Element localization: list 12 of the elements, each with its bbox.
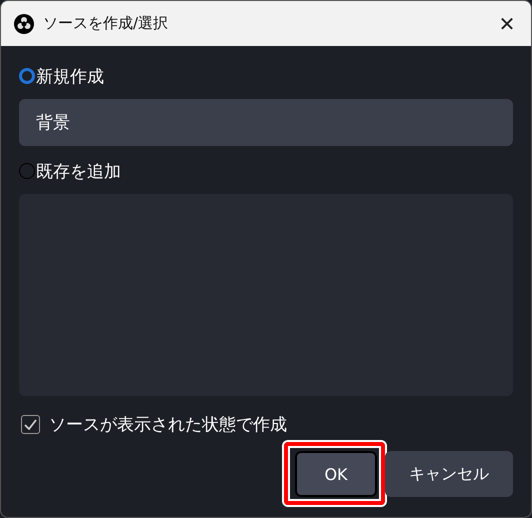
radio-circle-icon[interactable] xyxy=(19,163,35,179)
dialog-button[interactable]: キャンセル xyxy=(385,451,513,497)
radio-label[interactable]: 新規作成 xyxy=(36,64,104,88)
checkbox[interactable] xyxy=(21,414,40,434)
close-icon[interactable]: ✕ xyxy=(483,1,531,46)
app-logo-icon xyxy=(14,14,34,34)
radio-label[interactable]: 既存を追加 xyxy=(36,160,121,182)
dialog-button[interactable]: OK xyxy=(295,451,377,497)
name-field[interactable]: 背景 xyxy=(19,99,513,146)
checkbox-label[interactable]: ソースが表示された状態で作成 xyxy=(49,412,287,436)
window-title: ソースを作成/選択 xyxy=(43,14,170,33)
radio-circle-icon[interactable] xyxy=(19,68,35,84)
